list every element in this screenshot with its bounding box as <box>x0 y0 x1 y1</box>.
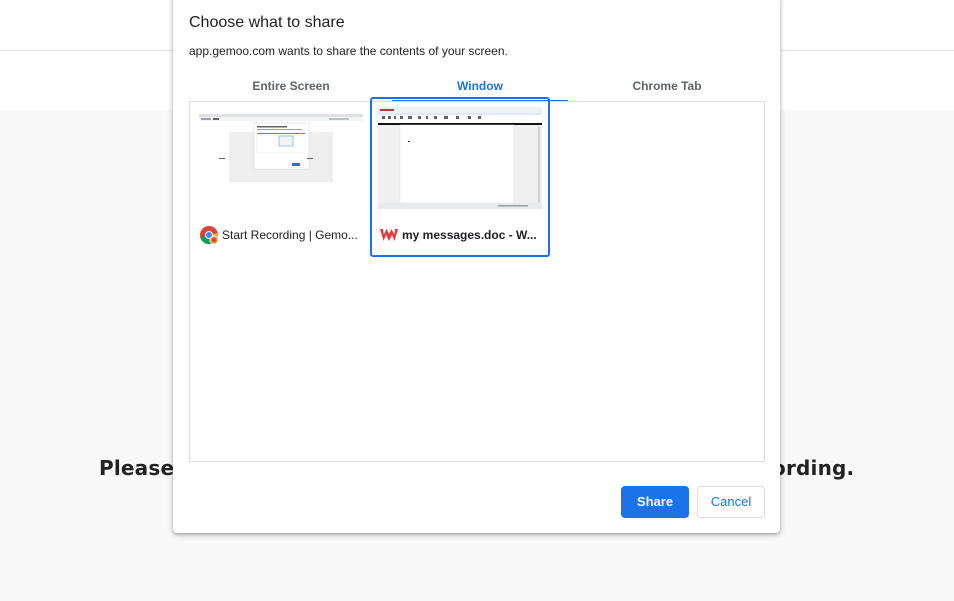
window-thumbnail <box>378 107 542 209</box>
background-message-right: ording. <box>772 456 855 480</box>
window-source-label: Start Recording | Gemo... <box>199 225 365 245</box>
chrome-icon <box>199 225 219 245</box>
window-title-text: my messages.doc - W... <box>402 228 537 242</box>
dialog-title: Choose what to share <box>189 14 345 31</box>
tab-chrome-tab[interactable]: Chrome Tab <box>579 74 755 102</box>
window-source-item[interactable]: my messages.doc - W... <box>370 97 550 257</box>
share-button[interactable]: Share <box>621 486 689 518</box>
wps-office-icon <box>379 225 399 245</box>
share-screen-dialog: Choose what to share app.gemoo.com wants… <box>173 0 780 533</box>
dialog-subtitle: app.gemoo.com wants to share the content… <box>189 44 508 58</box>
source-list-panel: Start Recording | Gemo... my messages.do… <box>189 97 765 462</box>
window-title-text: Start Recording | Gemo... <box>222 228 358 242</box>
window-source-item[interactable]: Start Recording | Gemo... <box>195 106 375 266</box>
background-message-left: Please <box>99 456 175 480</box>
tab-entire-screen[interactable]: Entire Screen <box>203 74 379 102</box>
window-thumbnail <box>199 114 363 186</box>
window-source-label: my messages.doc - W... <box>379 225 545 245</box>
cancel-button[interactable]: Cancel <box>697 486 765 518</box>
